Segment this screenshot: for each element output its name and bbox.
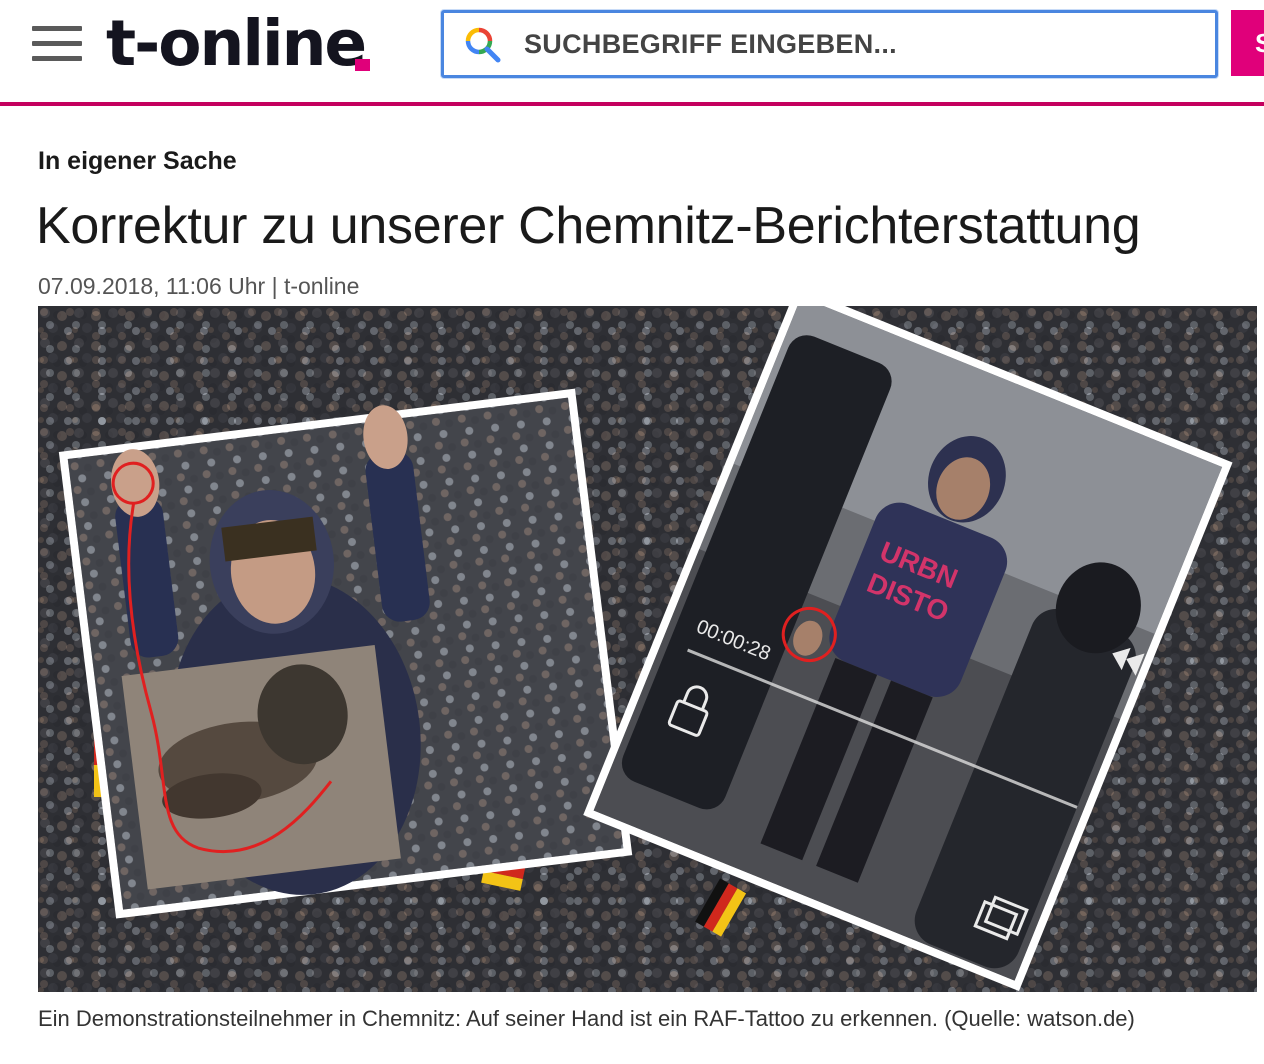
search-icon[interactable] (464, 26, 502, 64)
article-kicker: In eigener Sache (38, 147, 237, 175)
site-logo[interactable]: t-online (106, 4, 367, 84)
article-photo[interactable]: URBN DISTO 00:00:28 (38, 306, 1257, 992)
search-box[interactable] (441, 10, 1218, 78)
header-divider (0, 102, 1264, 106)
logo-dot (355, 59, 370, 71)
site-header: t-online S (0, 0, 1264, 106)
search-input[interactable] (524, 21, 1184, 67)
article-headline: Korrektur zu unserer Chemnitz-Berichters… (36, 197, 1141, 255)
article-meta: 07.09.2018, 11:06 Uhr | t-online (38, 273, 360, 299)
hamburger-menu-icon[interactable] (32, 26, 82, 62)
inset-photo-left (58, 388, 633, 919)
photo-caption: Ein Demonstrationsteilnehmer in Chemnitz… (38, 1006, 1135, 1031)
search-button[interactable]: S (1231, 10, 1264, 76)
photo-illustration: URBN DISTO 00:00:28 (38, 306, 1257, 992)
